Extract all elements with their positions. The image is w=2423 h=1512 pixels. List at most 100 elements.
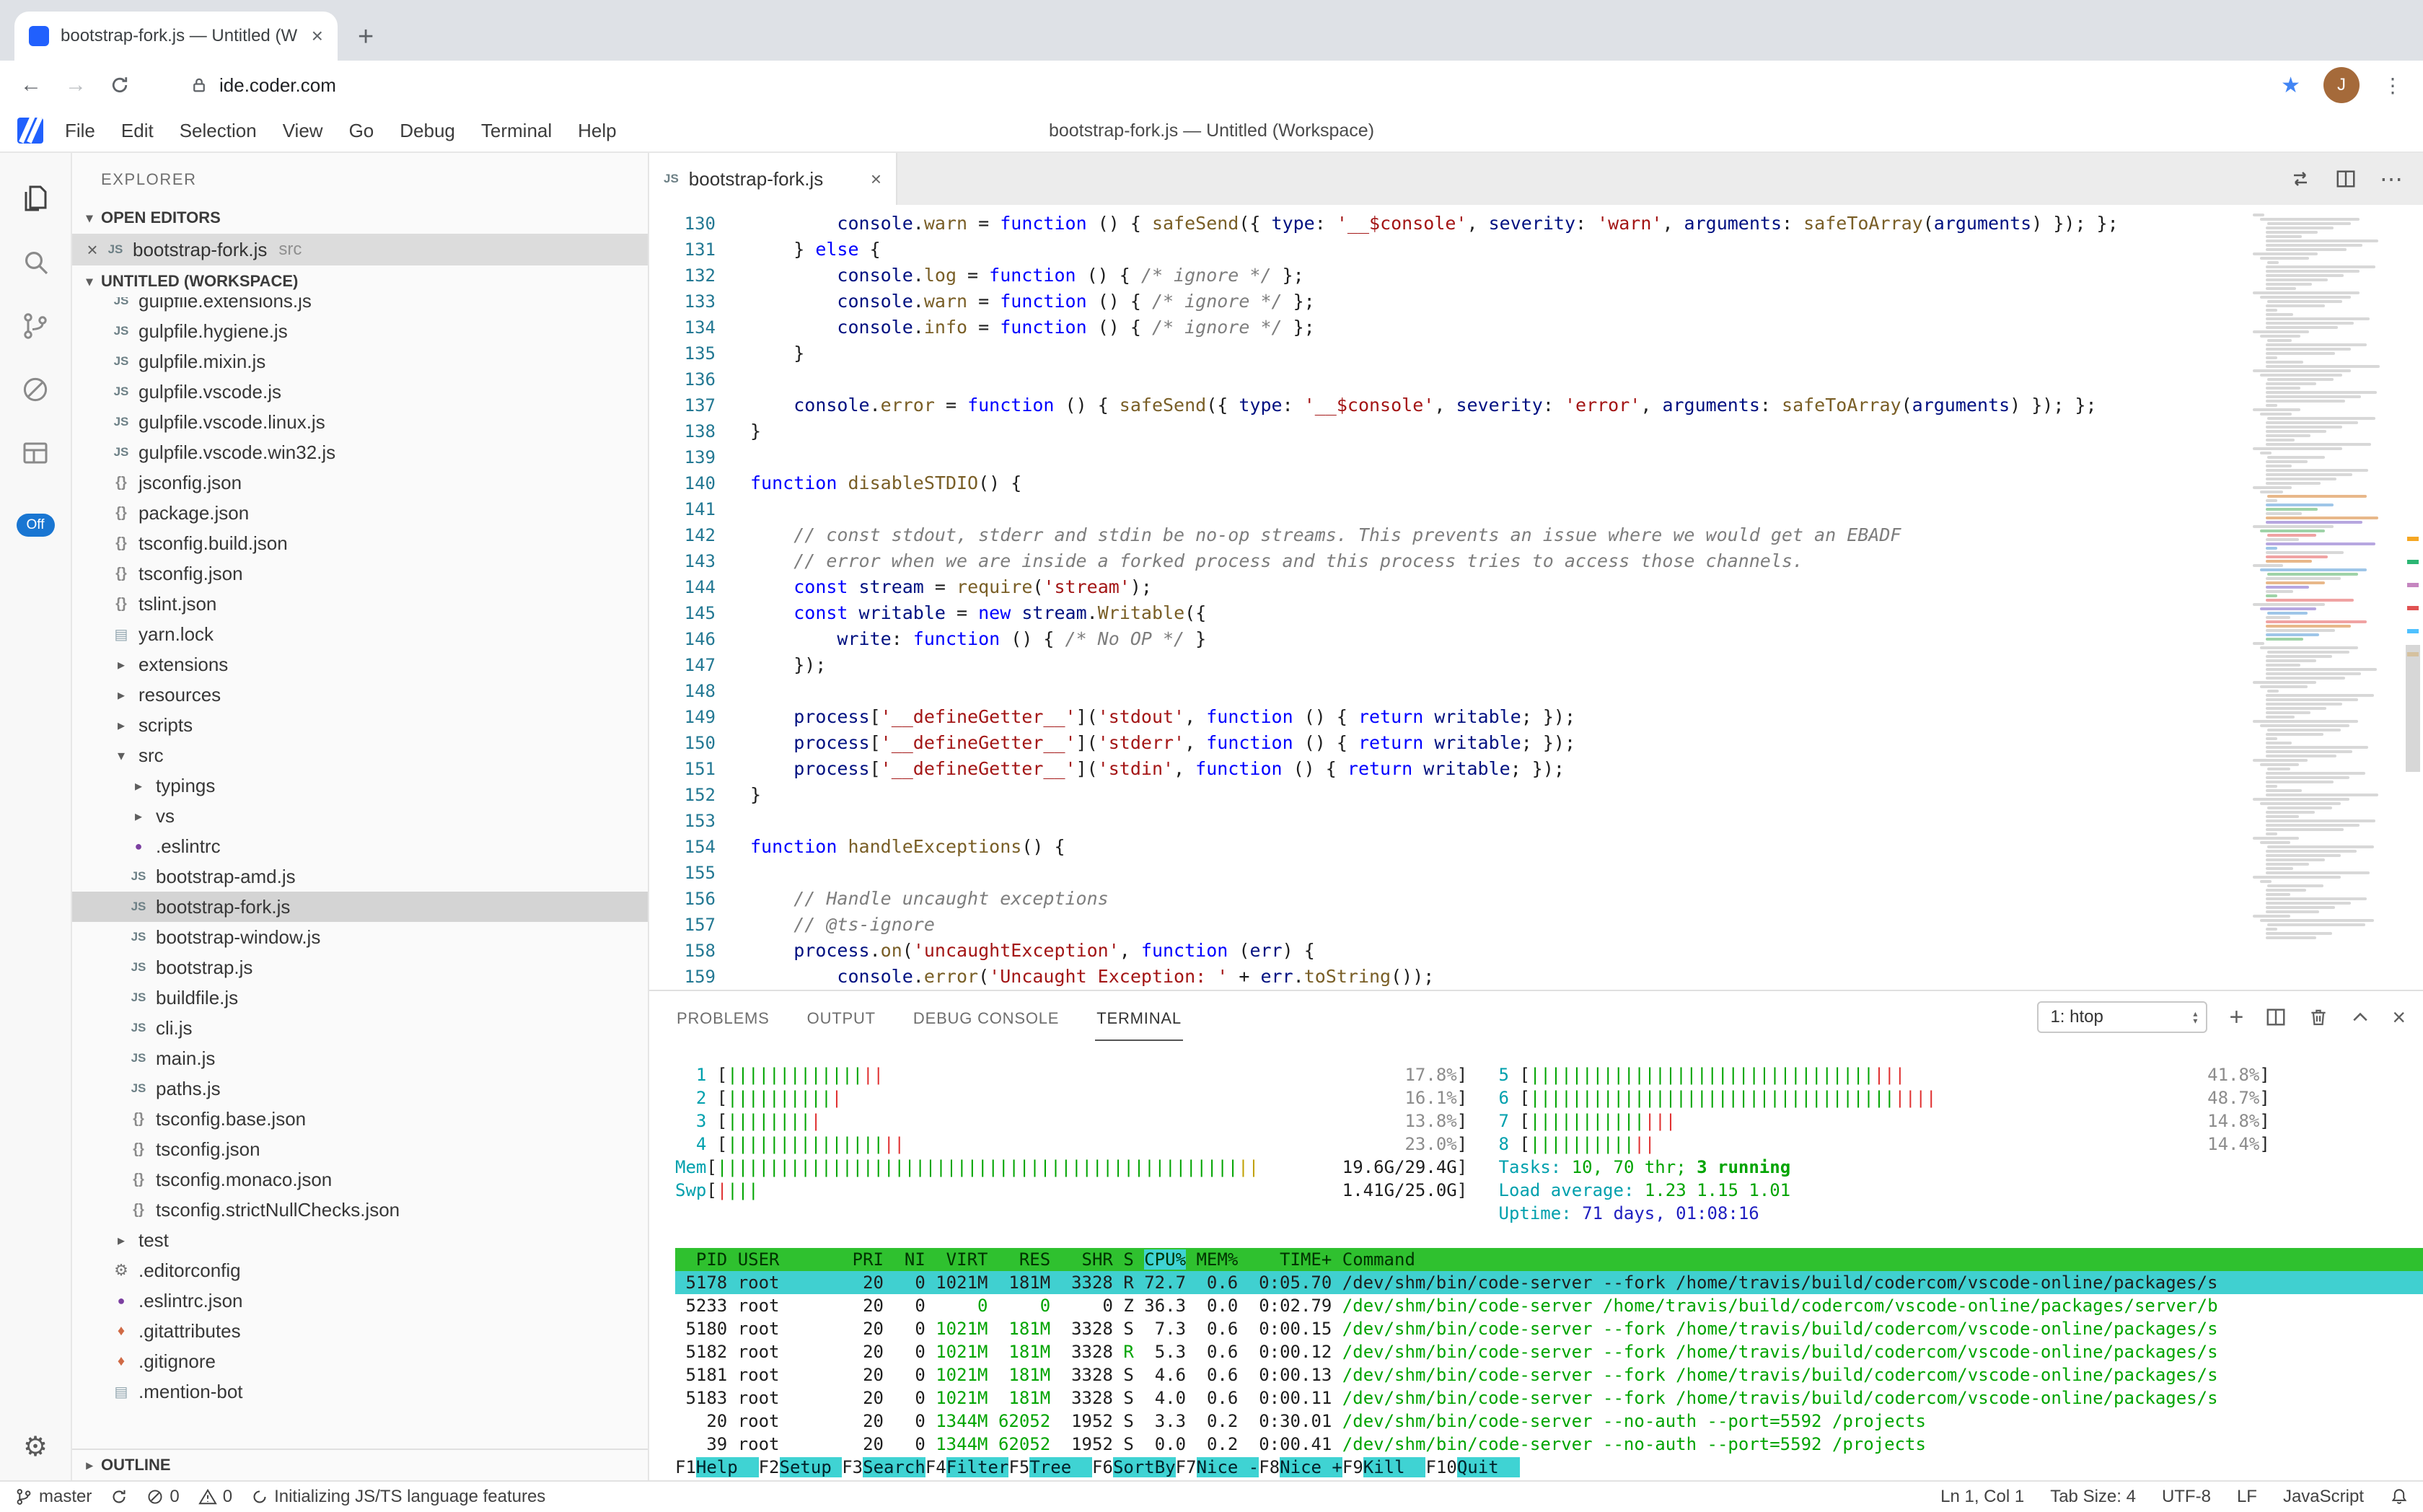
source-control-icon[interactable] [0, 294, 71, 358]
status-message[interactable]: Initializing JS/TS language features [251, 1487, 545, 1507]
split-editor-icon[interactable] [2335, 168, 2357, 190]
terminal-selector[interactable]: 1: htop ▴▾ [2037, 1001, 2207, 1033]
tree-file--gitattributes[interactable]: ♦.gitattributes [72, 1316, 648, 1346]
panel-tab-output[interactable]: OUTPUT [806, 993, 877, 1041]
code-lines[interactable]: 130 console.warn = function () { safeSen… [649, 205, 2253, 990]
tree-file-gulpfile-extensions-js[interactable]: JSgulpfile.extensions.js [72, 297, 648, 316]
tree-folder-extensions[interactable]: ▸extensions [72, 649, 648, 680]
circle-slash-icon[interactable] [0, 358, 71, 421]
tree-file-tsconfig-json[interactable]: {}tsconfig.json [72, 558, 648, 589]
editor-scrollbar[interactable] [2403, 205, 2423, 990]
workspace-header[interactable]: ▾ UNTITLED (WORKSPACE) [72, 265, 648, 297]
tree-file-tsconfig-build-json[interactable]: {}tsconfig.build.json [72, 528, 648, 558]
layout-icon[interactable] [0, 421, 71, 485]
open-editor-item[interactable]: × JS bootstrap-fork.js src [72, 234, 648, 265]
browser-menu-icon[interactable]: ⋮ [2383, 74, 2403, 97]
tree-file-package-json[interactable]: {}package.json [72, 498, 648, 528]
tree-file-gulpfile-vscode-win32-js[interactable]: JSgulpfile.vscode.win32.js [72, 437, 648, 467]
search-icon[interactable] [0, 231, 71, 294]
reload-icon[interactable] [110, 75, 130, 95]
tree-file-gulpfile-vscode-js[interactable]: JSgulpfile.vscode.js [72, 377, 648, 407]
sync-button[interactable] [110, 1488, 128, 1506]
encoding[interactable]: UTF-8 [2162, 1487, 2211, 1507]
tree-file-gulpfile-vscode-linux-js[interactable]: JSgulpfile.vscode.linux.js [72, 407, 648, 437]
error-count[interactable]: 0 [146, 1487, 179, 1507]
editor-tab[interactable]: JS bootstrap-fork.js × [649, 153, 897, 205]
tab-close-icon[interactable]: × [312, 26, 323, 46]
tree-file-yarn-lock[interactable]: ▤yarn.lock [72, 619, 648, 649]
tree-file-bootstrap-window-js[interactable]: JSbootstrap-window.js [72, 922, 648, 952]
panel-tab-debug-console[interactable]: DEBUG CONSOLE [912, 993, 1060, 1041]
more-actions-icon[interactable]: ⋯ [2380, 167, 2403, 190]
terminal-output[interactable]: 1 [||||||||||||||| 17.8%] 5 [|||||||||||… [649, 1043, 2423, 1480]
avatar[interactable]: J [2323, 67, 2360, 103]
tree-file-gulpfile-hygiene-js[interactable]: JSgulpfile.hygiene.js [72, 316, 648, 346]
tree-file--eslintrc-json[interactable]: ●.eslintrc.json [72, 1285, 648, 1316]
indentation[interactable]: Tab Size: 4 [2050, 1487, 2136, 1507]
eol-sequence[interactable]: LF [2237, 1487, 2257, 1507]
tree-file-tsconfig-strictnullchecks-json[interactable]: {}tsconfig.strictNullChecks.json [72, 1195, 648, 1225]
tree-file--editorconfig[interactable]: ⚙.editorconfig [72, 1255, 648, 1285]
tree-file-bootstrap-amd-js[interactable]: JSbootstrap-amd.js [72, 861, 648, 892]
menu-edit[interactable]: Edit [108, 120, 167, 142]
close-panel-button[interactable]: × [2392, 1006, 2406, 1029]
tree-file-jsconfig-json[interactable]: {}jsconfig.json [72, 467, 648, 498]
back-icon[interactable]: ← [20, 74, 42, 96]
kill-terminal-button[interactable] [2308, 1007, 2329, 1027]
scrollbar-thumb[interactable] [2406, 645, 2420, 772]
forward-icon[interactable]: → [65, 74, 87, 96]
bookmark-star-icon[interactable]: ★ [2281, 73, 2300, 98]
panel-tab-problems[interactable]: PROBLEMS [675, 993, 771, 1041]
tree-folder-test[interactable]: ▸test [72, 1225, 648, 1255]
open-editors-header[interactable]: ▾ OPEN EDITORS [72, 202, 648, 234]
menu-terminal[interactable]: Terminal [468, 120, 565, 142]
menu-view[interactable]: View [270, 120, 336, 142]
tree-file--eslintrc[interactable]: ●.eslintrc [72, 831, 648, 861]
tree-folder-typings[interactable]: ▸typings [72, 770, 648, 801]
tree-file-tsconfig-monaco-json[interactable]: {}tsconfig.monaco.json [72, 1164, 648, 1195]
split-terminal-button[interactable] [2265, 1006, 2287, 1028]
open-changes-icon[interactable] [2289, 167, 2312, 190]
tree-file-bootstrap-fork-js[interactable]: JSbootstrap-fork.js [72, 892, 648, 922]
menu-selection[interactable]: Selection [167, 120, 270, 142]
tree-file-buildfile-js[interactable]: JSbuildfile.js [72, 983, 648, 1013]
tree-file-bootstrap-js[interactable]: JSbootstrap.js [72, 952, 648, 983]
outline-header[interactable]: ▸ OUTLINE [72, 1449, 648, 1480]
new-tab-button[interactable]: + [358, 23, 374, 50]
tree-file-tsconfig-base-json[interactable]: {}tsconfig.base.json [72, 1104, 648, 1134]
browser-tab[interactable]: bootstrap-fork.js — Untitled (W × [14, 12, 338, 61]
new-terminal-button[interactable]: + [2229, 1005, 2243, 1029]
maximize-panel-button[interactable] [2350, 1007, 2370, 1027]
tree-folder-src[interactable]: ▾src [72, 740, 648, 770]
cursor-position[interactable]: Ln 1, Col 1 [1940, 1487, 2024, 1507]
tree-folder-scripts[interactable]: ▸scripts [72, 710, 648, 740]
url-text[interactable]: ide.coder.com [219, 74, 336, 97]
tree-file-tsconfig-json[interactable]: {}tsconfig.json [72, 1134, 648, 1164]
explorer-icon[interactable] [0, 167, 71, 231]
tree-file-tslint-json[interactable]: {}tslint.json [72, 589, 648, 619]
tree-file--gitignore[interactable]: ♦.gitignore [72, 1346, 648, 1376]
panel-tab-terminal[interactable]: TERMINAL [1095, 993, 1183, 1041]
menu-help[interactable]: Help [565, 120, 629, 142]
menu-debug[interactable]: Debug [387, 120, 468, 142]
tree-file-main-js[interactable]: JSmain.js [72, 1043, 648, 1073]
settings-gear-icon[interactable]: ⚙ [23, 1430, 48, 1463]
close-icon[interactable]: × [81, 239, 104, 261]
git-branch-indicator[interactable]: master [14, 1487, 92, 1507]
warning-count[interactable]: 0 [198, 1487, 232, 1507]
language-mode[interactable]: JavaScript [2283, 1487, 2364, 1507]
tree-file-paths-js[interactable]: JSpaths.js [72, 1073, 648, 1104]
tab-close-icon[interactable]: × [871, 168, 881, 190]
minimap[interactable] [2253, 205, 2403, 990]
tree-folder-resources[interactable]: ▸resources [72, 680, 648, 710]
notifications-bell-icon[interactable] [2390, 1487, 2409, 1506]
tree-file--mention-bot[interactable]: ▤.mention-bot [72, 1376, 648, 1407]
address-bar[interactable]: ide.coder.com [153, 74, 2258, 97]
offline-toggle-badge[interactable]: Off [17, 514, 55, 537]
tree-file-cli-js[interactable]: JScli.js [72, 1013, 648, 1043]
menu-file[interactable]: File [52, 120, 108, 142]
coder-logo[interactable] [17, 118, 43, 144]
menu-go[interactable]: Go [336, 120, 387, 142]
tree-file-gulpfile-mixin-js[interactable]: JSgulpfile.mixin.js [72, 346, 648, 377]
tree-folder-vs[interactable]: ▸vs [72, 801, 648, 831]
